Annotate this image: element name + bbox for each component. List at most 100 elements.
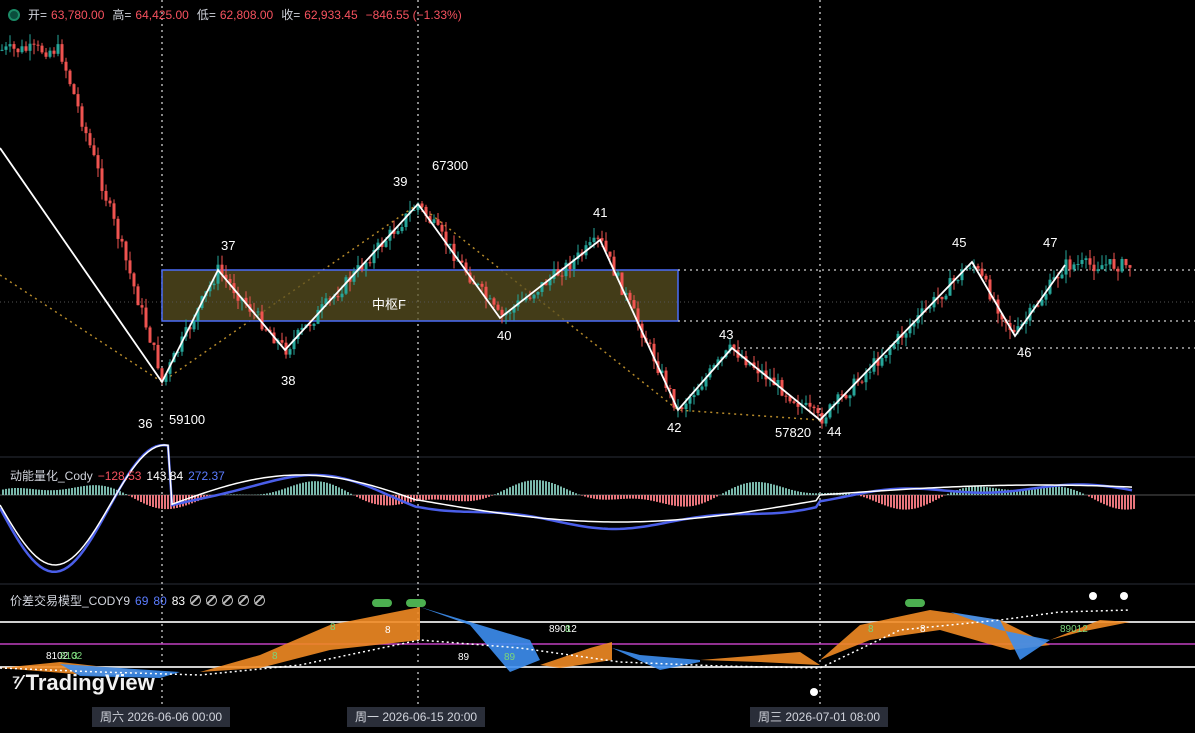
histogram-bar bbox=[923, 495, 925, 506]
histogram-bar bbox=[632, 495, 634, 499]
histogram-bar bbox=[932, 495, 934, 501]
histogram-bar bbox=[605, 495, 607, 500]
chart-svg[interactable]: 81028102388889898890128890128 bbox=[0, 0, 1195, 729]
histogram-bar bbox=[809, 493, 811, 495]
na-icon bbox=[190, 595, 201, 606]
histogram-bar bbox=[863, 495, 865, 497]
histogram-bar bbox=[659, 495, 661, 503]
histogram-bar bbox=[308, 482, 310, 495]
histogram-bar bbox=[518, 483, 520, 495]
candle bbox=[217, 265, 220, 284]
candle bbox=[809, 403, 812, 407]
indicator2-fill-area bbox=[420, 607, 540, 672]
histogram-bar bbox=[371, 495, 373, 503]
open-label: 开= bbox=[28, 6, 47, 23]
histogram-bar bbox=[482, 495, 484, 499]
tradingview-watermark: ⁷⁄ TradingView bbox=[12, 670, 155, 696]
candle bbox=[1117, 269, 1120, 272]
histogram-bar bbox=[278, 490, 280, 495]
histogram-bar bbox=[656, 495, 658, 502]
candle bbox=[337, 296, 340, 297]
histogram-bar bbox=[950, 492, 952, 495]
candle bbox=[1129, 265, 1132, 268]
candle bbox=[341, 294, 344, 298]
candle bbox=[861, 382, 864, 383]
indicator2-legend[interactable]: 价差交易模型_CODY9 69 80 83 bbox=[10, 592, 265, 609]
histogram-bar bbox=[872, 495, 874, 501]
histogram-bar bbox=[155, 495, 157, 508]
histogram-bar bbox=[716, 495, 718, 497]
histogram-bar bbox=[377, 495, 379, 505]
candle bbox=[649, 343, 652, 344]
indicator1-name: 动能量化_Cody bbox=[10, 467, 93, 484]
histogram-bar bbox=[536, 480, 538, 495]
histogram-bar bbox=[815, 493, 817, 495]
candle bbox=[145, 308, 148, 328]
histogram-bar bbox=[137, 495, 139, 500]
histogram-bar bbox=[578, 494, 580, 495]
histogram-bar bbox=[608, 495, 610, 500]
histogram-bar bbox=[947, 494, 949, 495]
wave-point-label: 44 bbox=[827, 424, 841, 439]
candle bbox=[421, 203, 424, 206]
histogram-bar bbox=[470, 495, 472, 501]
candle bbox=[945, 296, 948, 300]
candle bbox=[969, 268, 972, 269]
candle bbox=[497, 305, 500, 310]
histogram-bar bbox=[290, 486, 292, 495]
histogram-bar bbox=[167, 495, 169, 509]
histogram-bar bbox=[449, 495, 451, 500]
histogram-bar bbox=[491, 495, 493, 496]
histogram-bar bbox=[110, 488, 112, 495]
candle bbox=[69, 71, 72, 84]
histogram-bar bbox=[266, 493, 268, 495]
candle bbox=[141, 305, 144, 307]
histogram-bar bbox=[941, 495, 943, 497]
wave-point-label: 36 bbox=[138, 416, 152, 431]
histogram-bar bbox=[596, 495, 598, 499]
histogram-bar bbox=[1052, 487, 1054, 495]
candle bbox=[845, 395, 848, 398]
histogram-bar bbox=[383, 495, 385, 505]
candle bbox=[509, 313, 512, 314]
candle bbox=[41, 46, 44, 53]
indicator2-fill-area bbox=[540, 642, 612, 668]
histogram-bar bbox=[1118, 495, 1120, 509]
histogram-bar bbox=[908, 495, 910, 509]
histogram-bar bbox=[533, 480, 535, 495]
candle bbox=[85, 127, 88, 133]
histogram-bar bbox=[1073, 490, 1075, 495]
histogram-bar bbox=[455, 495, 457, 501]
histogram-bar bbox=[878, 495, 880, 503]
candle bbox=[437, 219, 440, 225]
candle bbox=[117, 219, 120, 239]
histogram-bar bbox=[494, 494, 496, 495]
histogram-bar bbox=[686, 495, 688, 507]
histogram-bar bbox=[884, 495, 886, 505]
crosshair-time-label-2: 周一 2026-06-15 20:00 bbox=[347, 707, 485, 727]
histogram-bar bbox=[236, 494, 238, 495]
histogram-bar bbox=[80, 486, 82, 495]
candle bbox=[1073, 264, 1076, 269]
histogram-bar bbox=[503, 490, 505, 495]
indicator1-legend[interactable]: 动能量化_Cody −128.53 143.84 272.37 bbox=[10, 467, 225, 484]
wave-point-label: 41 bbox=[593, 205, 607, 220]
candle bbox=[693, 395, 696, 397]
indicator2-number-label: 3 bbox=[72, 651, 78, 662]
candle bbox=[25, 46, 28, 51]
candle bbox=[685, 404, 688, 409]
indicator1-value3: 272.37 bbox=[188, 469, 225, 483]
histogram-bar bbox=[437, 495, 439, 500]
candle bbox=[1113, 259, 1116, 269]
indicator2-number-label: 89012 bbox=[1060, 624, 1088, 635]
chart-stage[interactable]: 81028102388889898890128890128 bbox=[0, 0, 1195, 729]
histogram-bar bbox=[779, 486, 781, 495]
symbol-status-icon[interactable] bbox=[8, 9, 20, 21]
histogram-bar bbox=[572, 492, 574, 495]
indicator2-number-label: 89012 bbox=[549, 624, 577, 635]
signal-marker-dot bbox=[406, 599, 426, 607]
candle bbox=[129, 260, 132, 273]
histogram-bar bbox=[344, 490, 346, 495]
high-label: 高= bbox=[112, 6, 131, 23]
candle bbox=[533, 295, 536, 299]
